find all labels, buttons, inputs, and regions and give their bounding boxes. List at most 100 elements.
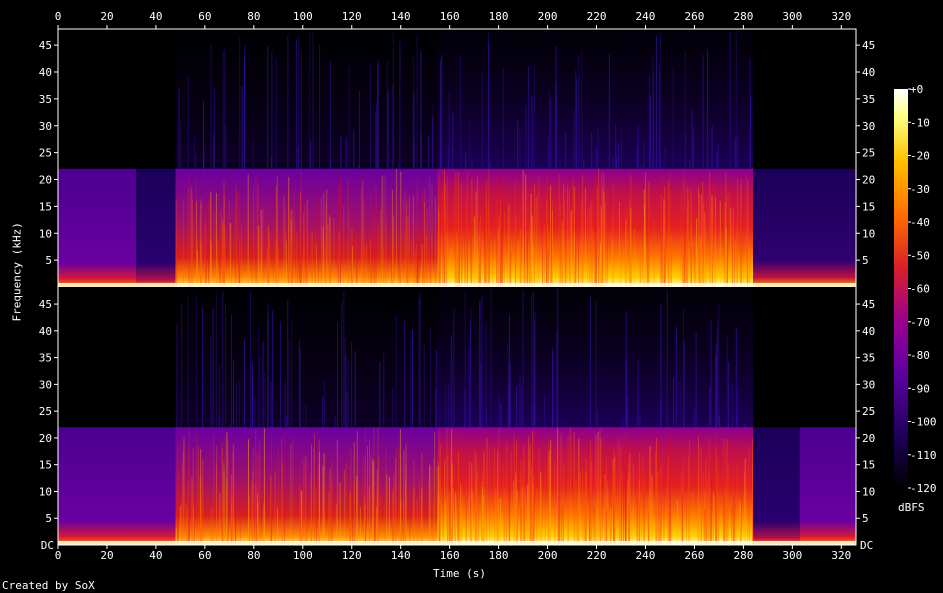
texture-streak xyxy=(532,430,534,545)
colorbar: +0 -10 -20 -30 -40 -50 -60 -70 -80 -90 -100 -110 -12… xyxy=(894,83,937,495)
texture-streak xyxy=(745,172,747,287)
texture-streak xyxy=(656,438,657,545)
hf-streak xyxy=(404,320,406,428)
texture-streak xyxy=(299,486,301,545)
hf-streak xyxy=(488,43,490,169)
hf-streak xyxy=(649,95,651,169)
texture-streak xyxy=(559,470,561,545)
hf-streak xyxy=(298,36,300,169)
texture-streak xyxy=(603,173,605,287)
hf-streak xyxy=(470,307,472,428)
texture-streak xyxy=(670,479,672,545)
texture-streak xyxy=(179,506,181,545)
hf-streak xyxy=(312,32,314,169)
hf-streak xyxy=(252,140,254,169)
texture-streak xyxy=(345,463,347,545)
y-tick-label-right: 25 xyxy=(862,405,875,418)
hf-streak xyxy=(286,415,288,428)
hf-streak xyxy=(178,87,180,169)
colorbar-tick-label: -60 xyxy=(910,283,930,296)
texture-streak xyxy=(732,225,733,287)
y-tick-label-left: 30 xyxy=(39,120,52,133)
hf-streak xyxy=(319,44,321,169)
texture-streak xyxy=(508,460,510,545)
texture-streak xyxy=(263,503,265,545)
texture-streak xyxy=(375,504,377,545)
texture-streak xyxy=(300,197,302,287)
texture-streak xyxy=(660,473,662,545)
texture-streak xyxy=(719,201,721,287)
texture-streak xyxy=(700,447,702,545)
y-tick-label-right: 10 xyxy=(862,485,875,498)
hf-streak xyxy=(648,74,650,169)
texture-streak xyxy=(356,476,358,545)
hf-streak xyxy=(578,55,580,169)
y-tick-label-right: 5 xyxy=(862,254,869,267)
x-tick-label-bottom: 180 xyxy=(489,549,509,562)
hf-streak xyxy=(683,341,685,428)
hf-streak xyxy=(691,109,693,169)
texture-streak xyxy=(642,456,644,545)
hf-streak xyxy=(637,125,639,169)
texture-streak xyxy=(205,203,207,287)
x-tick-label-top: 240 xyxy=(636,10,656,23)
texture-streak xyxy=(230,222,232,287)
texture-streak xyxy=(303,458,305,545)
texture-streak xyxy=(717,502,719,545)
texture-streak xyxy=(466,173,468,287)
hf-streak xyxy=(717,144,719,169)
x-tick-label-bottom: 200 xyxy=(538,549,558,562)
hf-streak xyxy=(239,37,241,169)
texture-streak xyxy=(594,174,596,287)
y-tick-label-right: 40 xyxy=(862,325,875,338)
hf-streak xyxy=(215,293,217,428)
hf-streak xyxy=(351,342,353,428)
texture-streak xyxy=(740,183,742,287)
texture-streak xyxy=(481,481,483,545)
hf-streak xyxy=(521,386,523,428)
x-tick-label-top: 20 xyxy=(100,10,113,23)
texture-streak xyxy=(231,229,233,287)
texture-streak xyxy=(449,428,451,545)
texture-streak xyxy=(715,196,716,287)
texture-streak xyxy=(628,472,630,545)
hf-streak xyxy=(498,395,500,428)
texture-streak xyxy=(384,174,386,287)
hf-streak xyxy=(736,415,738,428)
texture-streak xyxy=(458,231,460,287)
texture-streak xyxy=(706,505,707,545)
y-tick-label-right: 30 xyxy=(862,378,875,391)
texture-streak xyxy=(333,218,335,287)
y-tick-label-right: 20 xyxy=(862,432,875,445)
texture-streak xyxy=(619,201,620,287)
hf-streak xyxy=(608,54,610,169)
texture-streak xyxy=(725,220,727,287)
texture-streak xyxy=(404,233,406,287)
hf-streak xyxy=(534,163,536,169)
hf-streak xyxy=(732,384,734,428)
colorbar-tick-label: -70 xyxy=(910,316,930,329)
colorbar-tick-label: -20 xyxy=(910,150,930,163)
hf-streak xyxy=(264,371,266,428)
y-tick-label-right: 40 xyxy=(862,66,875,79)
hf-streak xyxy=(341,302,343,428)
texture-streak xyxy=(299,207,300,287)
channel-2-spectrogram xyxy=(58,288,856,545)
hf-streak xyxy=(210,43,212,169)
y-tick-label-left: 45 xyxy=(39,298,52,311)
hf-streak xyxy=(329,61,331,169)
texture-streak xyxy=(192,199,193,287)
texture-streak xyxy=(450,248,452,287)
texture-streak xyxy=(446,236,448,287)
hf-streak xyxy=(528,66,530,169)
texture-streak xyxy=(367,445,368,545)
texture-streak xyxy=(681,493,683,545)
colorbar-unit-label: dBFS xyxy=(898,501,925,514)
hf-streak xyxy=(210,335,212,428)
texture-streak xyxy=(190,186,192,287)
texture-streak xyxy=(249,495,250,545)
hf-streak xyxy=(231,314,232,428)
hf-streak xyxy=(392,33,394,169)
texture-streak xyxy=(578,195,580,287)
texture-streak xyxy=(386,474,388,545)
